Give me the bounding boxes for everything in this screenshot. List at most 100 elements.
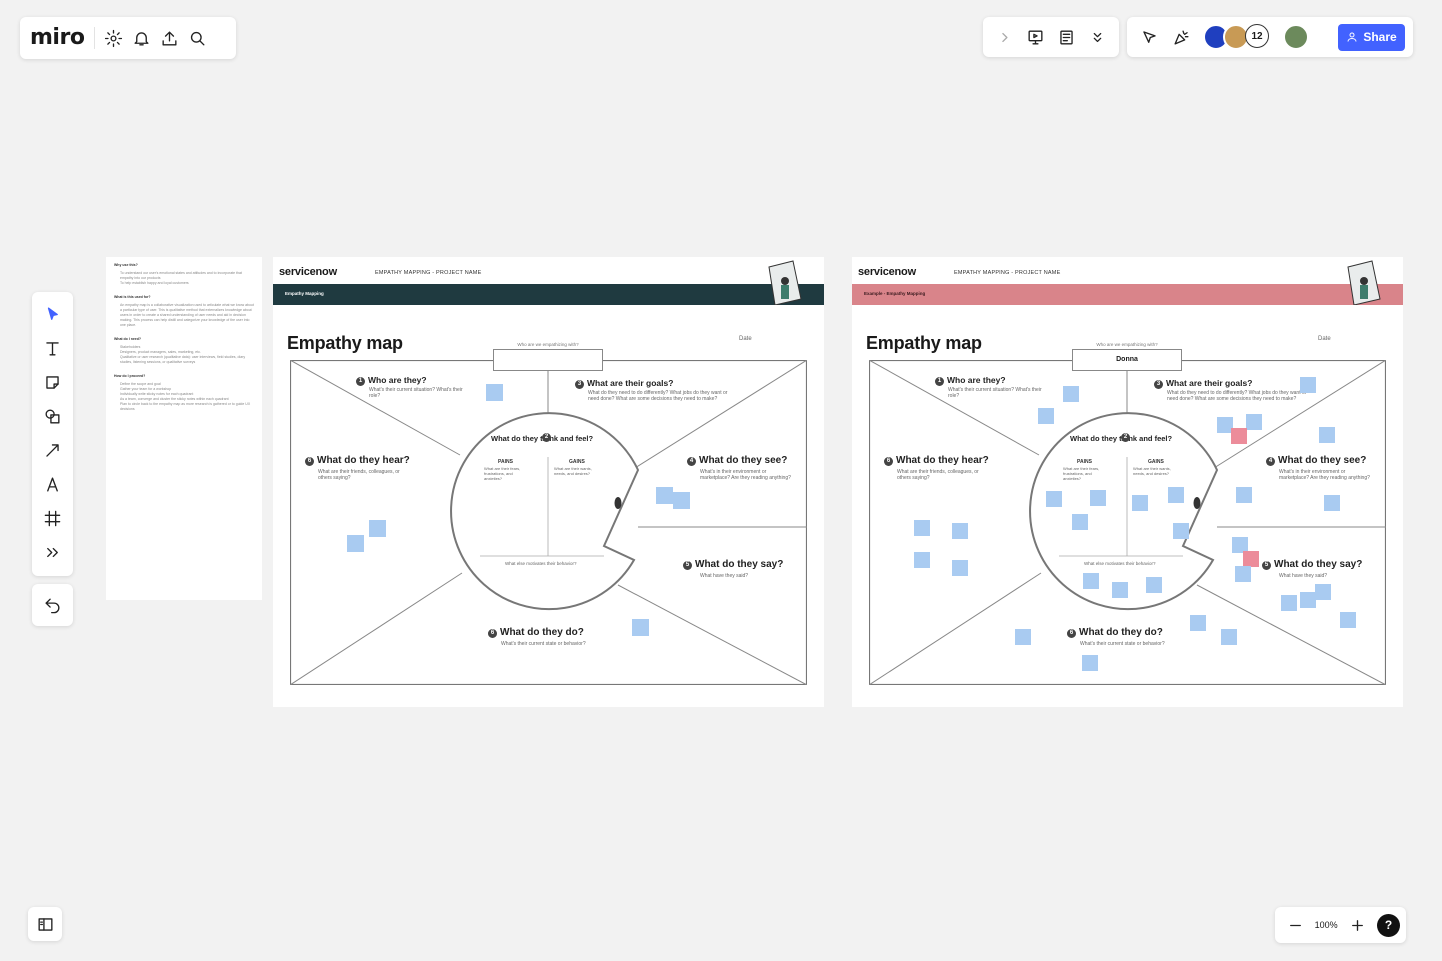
q-label: What do they see? — [699, 455, 788, 466]
sticky-note[interactable] — [1235, 566, 1251, 582]
sticky-note[interactable] — [1015, 629, 1031, 645]
instructions-heading: What is this used for? — [114, 295, 151, 299]
sticky-note[interactable] — [1146, 577, 1162, 593]
celebrate-icon[interactable] — [1167, 23, 1195, 51]
number-badge: 3 — [575, 380, 584, 389]
sticky-note[interactable] — [1319, 427, 1335, 443]
sticky-note[interactable] — [1236, 487, 1252, 503]
sidebar-panel-icon[interactable] — [31, 910, 59, 938]
zoom-level[interactable]: 100% — [1315, 920, 1338, 930]
number-badge: 2 — [542, 433, 551, 442]
sticky-note[interactable] — [632, 619, 649, 636]
zoom-in-icon[interactable] — [1347, 911, 1367, 939]
q-hear: 6 What do they hear? — [305, 455, 410, 466]
sticky-note[interactable] — [1300, 377, 1316, 393]
sticky-note[interactable] — [1315, 584, 1331, 600]
miro-logo[interactable]: miro — [30, 27, 85, 49]
shapes-icon[interactable] — [38, 402, 68, 430]
sticky-note[interactable] — [486, 384, 503, 401]
who-label: Who are we empathizing with? — [1096, 342, 1158, 347]
cursor-follow-icon[interactable] — [1135, 23, 1163, 51]
sticky-note[interactable] — [1173, 523, 1189, 539]
help-button[interactable]: ? — [1377, 913, 1400, 937]
instructions-item: Plan to circle back to the empathy map a… — [120, 402, 251, 411]
collaboration-toolbar — [983, 17, 1119, 57]
sticky-note[interactable] — [1112, 582, 1128, 598]
user-avatar[interactable] — [1283, 24, 1309, 50]
sticky-note[interactable] — [1046, 491, 1062, 507]
empathy-map-example-frame[interactable]: servicenow EMPATHY MAPPING - PROJECT NAM… — [852, 257, 1403, 707]
number-badge: 2 — [1121, 433, 1130, 442]
text-tool-icon[interactable] — [38, 334, 68, 362]
sticky-note[interactable] — [1090, 490, 1106, 506]
sticky-note-icon[interactable] — [38, 368, 68, 396]
q-sub: What do they need to do differently? Wha… — [1167, 390, 1307, 402]
sticky-note[interactable] — [656, 487, 673, 504]
more-chevron-down-icon[interactable] — [1084, 23, 1112, 51]
settings-gear-icon[interactable] — [99, 24, 127, 52]
zoom-out-icon[interactable] — [1285, 911, 1305, 939]
connection-line-icon[interactable] — [38, 436, 68, 464]
sticky-note[interactable] — [1072, 514, 1088, 530]
sticky-note[interactable] — [1082, 655, 1098, 671]
sticky-note[interactable] — [1324, 495, 1340, 511]
sticky-note[interactable] — [1246, 414, 1262, 430]
instructions-card[interactable]: Why use this? To understand our user's em… — [106, 257, 262, 600]
sticky-note[interactable] — [369, 520, 386, 537]
number-badge: 1 — [356, 377, 365, 386]
sticky-note[interactable] — [1300, 592, 1316, 608]
sticky-note[interactable] — [1221, 629, 1237, 645]
search-icon[interactable] — [183, 24, 211, 52]
sticky-note[interactable] — [1038, 408, 1054, 424]
chevron-right-icon[interactable] — [991, 23, 1019, 51]
notifications-bell-icon[interactable] — [127, 24, 155, 52]
share-button[interactable]: Share — [1338, 23, 1405, 51]
sticky-note[interactable] — [1231, 428, 1247, 444]
sticky-note[interactable] — [914, 520, 930, 536]
sticky-note[interactable] — [1190, 615, 1206, 631]
pen-icon[interactable] — [38, 470, 68, 498]
sticky-note[interactable] — [1281, 595, 1297, 611]
collaborator-avatars[interactable]: 12 — [1203, 24, 1269, 50]
collaborator-count-badge[interactable]: 12 — [1245, 24, 1269, 48]
sticky-note[interactable] — [1132, 495, 1148, 511]
sticky-note[interactable] — [673, 492, 690, 509]
project-name: EMPATHY MAPPING - PROJECT NAME — [954, 270, 1061, 276]
frame-title: Empathy map — [866, 333, 982, 353]
sticky-note[interactable] — [1063, 386, 1079, 402]
select-cursor-icon[interactable] — [38, 300, 68, 328]
sticky-note[interactable] — [1340, 612, 1356, 628]
sticky-note[interactable] — [952, 560, 968, 576]
more-tools-icon[interactable] — [38, 538, 68, 566]
number-badge: 6 — [488, 629, 497, 638]
q-goals: 3 What are their goals? — [575, 378, 673, 389]
empathy-map-frame[interactable]: servicenow EMPATHY MAPPING - PROJECT NAM… — [273, 257, 824, 707]
pains-label: PAINS — [1077, 459, 1092, 465]
date-label: Date — [739, 336, 752, 342]
q-sub: What are their friends, colleagues, or o… — [897, 469, 979, 481]
presentation-icon[interactable] — [1022, 23, 1050, 51]
top-left-toolbar: miro — [20, 17, 236, 59]
number-badge: 6 — [884, 457, 893, 466]
sticky-note[interactable] — [952, 523, 968, 539]
sticky-note[interactable] — [1243, 551, 1259, 567]
pains-sub: What are their fears, frustrations, and … — [484, 466, 521, 481]
number-badge: 4 — [687, 457, 696, 466]
sticky-note[interactable] — [1168, 487, 1184, 503]
instructions-item: An empathy map is a collaborative visual… — [120, 303, 254, 327]
frame-icon[interactable] — [38, 504, 68, 532]
notes-icon[interactable] — [1053, 23, 1081, 51]
who-input[interactable] — [493, 349, 603, 371]
sticky-note[interactable] — [914, 552, 930, 568]
q-see: 4 What do they see? — [1266, 455, 1366, 466]
band-label: Empathy Mapping — [285, 291, 324, 296]
q-sub: What's their current state or behavior? — [1080, 641, 1165, 647]
q-label: What do they see? — [1278, 455, 1367, 466]
upload-export-icon[interactable] — [155, 24, 183, 52]
sticky-note[interactable] — [347, 535, 364, 552]
q-sub: What's in their environment or marketpla… — [700, 469, 791, 481]
undo-icon[interactable] — [39, 591, 67, 619]
who-input[interactable]: Donna — [1072, 349, 1182, 371]
instructions-item: To help establish happy and loyal custom… — [120, 281, 189, 285]
sticky-note[interactable] — [1083, 573, 1099, 589]
